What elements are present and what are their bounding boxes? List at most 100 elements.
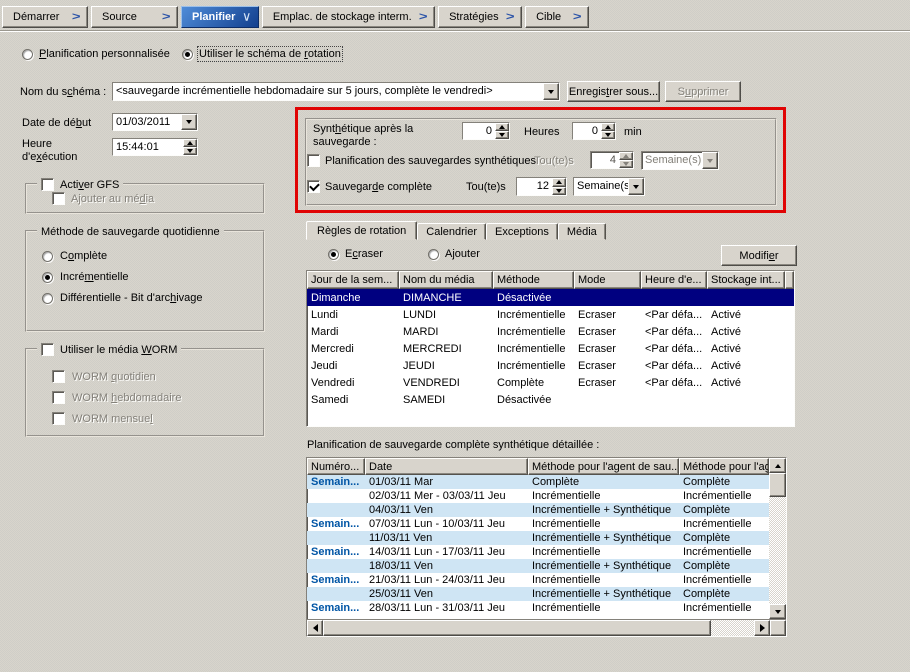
rules-column-header[interactable]: Stockage int... [707,271,785,289]
schema-name-combobox[interactable]: <sauvegarde incrémentielle hebdomadaire … [112,82,560,101]
wizard-tab[interactable]: Source > [91,6,178,28]
gfs-legend: Activer GFS [37,177,123,192]
spin-up-button[interactable] [601,123,615,131]
rotation-scheme-radio[interactable]: Utiliser le schéma de rotation [182,47,341,61]
arrow-up-icon [623,154,629,158]
daily-method-radio[interactable]: Complète [42,250,203,262]
rules-table-row[interactable]: Mardi MARDI Incrémentielle Ecraser <Par … [307,323,794,340]
modify-button[interactable]: Modifier [721,245,797,266]
execution-time-spinner[interactable]: 15:44:01 [112,138,198,156]
rules-table-row[interactable]: Jeudi JEUDI Incrémentielle Ecraser <Par … [307,357,794,374]
cell-day: Jeudi [307,360,399,372]
combobox-dropdown-button [702,152,718,169]
rules-table-row[interactable]: Lundi LUNDI Incrémentielle Ecraser <Par … [307,306,794,323]
rotation-tab[interactable]: Calendrier [417,223,486,240]
cell-method: Incrémentielle [493,309,574,321]
scroll-left-button[interactable] [307,620,323,636]
rules-column-header[interactable]: Nom du média [399,271,493,289]
vertical-scrollbar-thumb[interactable] [769,473,786,497]
radio-icon [328,249,339,260]
arrow-down-icon [605,133,611,137]
worm-enable-label: Utiliser le média WORM [60,344,177,356]
detail-table-row[interactable]: Semain... 07/03/11 Lun - 10/03/11 Jeu In… [307,517,769,531]
combobox-dropdown-button[interactable] [628,178,644,195]
cell-day: Dimanche [307,292,399,304]
detail-column-header[interactable]: Méthode pour l'agent de sau... [528,458,679,475]
gfs-enable-checkbox[interactable] [41,178,54,191]
spin-down-button[interactable] [183,147,197,155]
daily-method-radio[interactable]: Incrémentielle [42,271,203,283]
rules-table-row[interactable]: Vendredi VENDREDI Complète Ecraser <Par … [307,374,794,391]
radio-icon [42,293,53,304]
cell-staging: Activé [707,343,785,355]
combobox-dropdown-button[interactable] [543,83,559,100]
scroll-up-button[interactable] [769,458,786,473]
detail-column-header[interactable]: Date [365,458,528,475]
horizontal-scrollbar-thumb[interactable] [323,620,711,636]
daily-method-radio[interactable]: Différentielle - Bit d'archivage [42,292,203,304]
rules-column-header[interactable]: Heure d'e... [641,271,707,289]
wizard-tab[interactable]: Cible > [525,6,589,28]
combobox-dropdown-button[interactable] [181,114,197,130]
detail-table-row[interactable]: Semain... 14/03/11 Lun - 17/03/11 Jeu In… [307,545,769,559]
detail-table-row[interactable]: Semain... 01/03/11 Mar Complète Complète [307,475,769,489]
spin-up-button[interactable] [495,123,509,131]
rules-table-row[interactable]: Mercredi MERCREDI Incrémentielle Ecraser… [307,340,794,357]
spin-up-button[interactable] [183,139,197,147]
custom-plan-radio[interactable]: Planification personnalisée [22,47,170,61]
vertical-scrollbar[interactable] [769,458,786,619]
wizard-tab[interactable]: Stratégies > [438,6,522,28]
cell-date: 18/03/11 Ven [365,559,528,573]
synthetic-minutes-spinner[interactable]: 0 [572,122,616,140]
detail-table-row[interactable]: 11/03/11 Ven Incrémentielle + Synthétiqu… [307,531,769,545]
rules-column-header[interactable]: Jour de la sem... [307,271,399,289]
detail-table-row[interactable]: 18/03/11 Ven Incrémentielle + Synthétiqu… [307,559,769,573]
wizard-tab[interactable]: Emplac. de stockage interm. > [262,6,435,28]
synthetic-schedule-checkbox[interactable] [307,154,320,167]
execution-time-label-1: Heure [22,138,52,150]
spin-down-button[interactable] [552,187,566,196]
detail-table-row[interactable]: 02/03/11 Mer - 03/03/11 Jeu Incrémentiel… [307,489,769,503]
rules-table-row[interactable]: Samedi SAMEDI Désactivée [307,391,794,408]
detail-table-row[interactable]: Semain... 21/03/11 Lun - 24/03/11 Jeu In… [307,573,769,587]
rotation-tab[interactable]: Exceptions [486,223,558,240]
rotation-tab[interactable]: Règles de rotation [306,221,417,240]
scroll-right-button[interactable] [754,620,770,636]
cell-week-number: Semain... [307,517,365,531]
wizard-tab[interactable]: Démarrer > [2,6,88,28]
spin-down-button[interactable] [601,131,615,139]
detail-table-row[interactable]: 25/03/11 Ven Incrémentielle + Synthétiqu… [307,587,769,601]
cell-week-number [307,531,365,545]
rules-table-row[interactable]: Dimanche DIMANCHE Désactivée [307,289,794,306]
rules-column-header[interactable]: Méthode [493,271,574,289]
spin-buttons [552,178,566,195]
cell-agent-method-2: Incrémentielle [679,601,769,615]
horizontal-scrollbar-track[interactable] [711,620,754,636]
detail-column-header[interactable]: Numéro... [307,458,365,475]
spin-up-button[interactable] [552,178,566,187]
full-unit-select[interactable]: Semaine(s) [573,177,645,196]
full-backup-checkbox[interactable] [307,180,320,193]
cell-date: 14/03/11 Lun - 17/03/11 Jeu [365,545,528,559]
append-radio[interactable]: Ajouter [428,247,480,261]
rotation-tab[interactable]: Média [558,223,606,240]
chevron-right-icon: > [419,11,428,23]
worm-enable-checkbox[interactable] [41,343,54,356]
cell-mode: Ecraser [574,343,641,355]
save-as-button[interactable]: Enregistrer sous... [567,81,660,102]
detail-table-row[interactable]: 04/03/11 Ven Incrémentielle + Synthétiqu… [307,503,769,517]
full-every-spinner[interactable]: 12 [516,177,567,196]
rules-column-header[interactable]: Mode [574,271,641,289]
scroll-down-button[interactable] [769,604,786,619]
overwrite-radio[interactable]: Ecraser [328,247,383,261]
arrow-down-icon [623,162,629,166]
wizard-tab[interactable]: Planifier > [181,6,259,28]
spin-down-button[interactable] [495,131,509,139]
detail-column-header[interactable]: Méthode pour l'ag [679,458,769,475]
start-date-select[interactable]: 01/03/2011 [112,113,198,131]
horizontal-scrollbar[interactable] [307,619,786,636]
detail-table-row[interactable]: Semain... 28/03/11 Lun - 31/03/11 Jeu In… [307,601,769,615]
vertical-scrollbar-track[interactable] [769,497,786,604]
chevron-down-icon [633,185,639,189]
synthetic-hours-spinner[interactable]: 0 [462,122,510,140]
